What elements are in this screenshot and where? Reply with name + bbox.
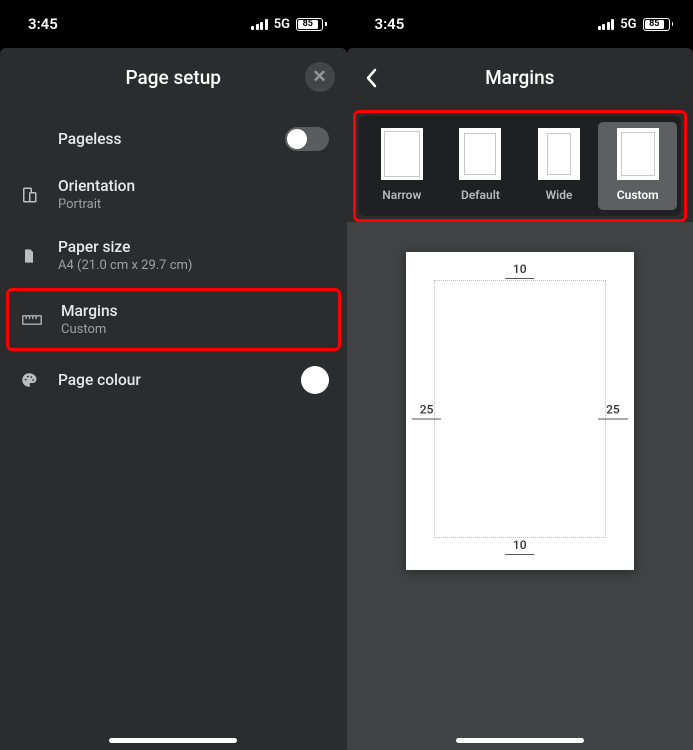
page-setup-panel: Page setup ✕ Pageless Orientat: [0, 48, 347, 750]
pageless-toggle[interactable]: [285, 127, 329, 151]
status-time: 3:45: [28, 15, 58, 33]
network-label: 5G: [274, 17, 290, 32]
settings-list: Pageless Orientation Portrait: [0, 106, 347, 415]
margin-option-narrow[interactable]: Narrow: [363, 122, 442, 210]
status-right: 5G 85: [251, 17, 326, 32]
page-title: Margins: [485, 66, 554, 89]
panel-header: Page setup ✕: [0, 48, 347, 106]
paper-value: A4 (21.0 cm x 29.7 cm): [58, 258, 329, 273]
page-colour-swatch[interactable]: [301, 366, 329, 394]
orientation-value: Portrait: [58, 197, 329, 212]
status-bar: 3:45 5G 85: [0, 0, 347, 48]
paper-label: Paper size: [58, 238, 329, 256]
margin-left-input[interactable]: 25: [412, 403, 442, 420]
margin-thumb-custom: [617, 128, 659, 180]
panel-header: Margins: [347, 48, 693, 106]
page-preview: 10 10 25 25: [406, 252, 634, 570]
margin-thumb-default: [459, 128, 501, 180]
page-colour-label: Page colour: [58, 371, 283, 389]
home-indicator[interactable]: [456, 738, 584, 743]
network-label: 5G: [620, 17, 636, 32]
margin-bottom-input[interactable]: 10: [505, 538, 535, 555]
margins-value: Custom: [61, 322, 326, 337]
signal-icon: [251, 19, 268, 30]
margin-label-narrow: Narrow: [382, 188, 421, 202]
pageless-row[interactable]: Pageless: [0, 114, 347, 164]
margins-panel: Margins Narrow Default: [347, 48, 693, 750]
back-button[interactable]: [357, 64, 385, 92]
margin-label-default: Default: [461, 188, 500, 202]
battery-icon: 85: [643, 18, 674, 31]
screen-margins: 3:45 5G 85 Margins Narrow: [347, 0, 693, 750]
margins-row[interactable]: Margins Custom: [6, 288, 341, 351]
chevron-left-icon: [364, 68, 378, 88]
margin-label-wide: Wide: [546, 188, 573, 202]
close-icon: ✕: [312, 69, 326, 86]
signal-icon: [598, 19, 615, 30]
margin-options-highlight: Narrow Default Wide: [353, 110, 688, 222]
palette-icon: [18, 371, 40, 389]
toggle-knob: [287, 129, 307, 149]
paper-icon: [18, 247, 40, 265]
page-title: Page setup: [126, 66, 221, 89]
orientation-icon: [18, 186, 40, 204]
margin-label-custom: Custom: [617, 188, 659, 202]
margin-guide: [434, 280, 606, 538]
status-bar: 3:45 5G 85: [347, 0, 693, 48]
margins-label: Margins: [61, 302, 326, 320]
margin-option-wide[interactable]: Wide: [520, 122, 599, 210]
ruler-icon: [21, 313, 43, 327]
page-colour-row[interactable]: Page colour: [0, 353, 347, 407]
margin-top-input[interactable]: 10: [505, 262, 535, 279]
orientation-label: Orientation: [58, 177, 329, 195]
margin-option-custom[interactable]: Custom: [598, 122, 677, 210]
status-right: 5G 85: [598, 17, 673, 32]
battery-icon: 85: [296, 18, 327, 31]
margin-option-default[interactable]: Default: [441, 122, 520, 210]
margin-thumb-wide: [538, 128, 580, 180]
margin-right-input[interactable]: 25: [598, 403, 628, 420]
home-indicator[interactable]: [109, 738, 237, 743]
orientation-row[interactable]: Orientation Portrait: [0, 164, 347, 225]
margin-thumb-narrow: [381, 128, 423, 180]
close-button[interactable]: ✕: [305, 62, 335, 92]
paper-size-row[interactable]: Paper size A4 (21.0 cm x 29.7 cm): [0, 225, 347, 286]
pageless-label: Pageless: [58, 130, 267, 148]
screen-page-setup: 3:45 5G 85 Page setup ✕ Pageless: [0, 0, 347, 750]
status-time: 3:45: [375, 15, 405, 33]
page-preview-wrap: 10 10 25 25: [347, 222, 693, 750]
margin-options-strip: Narrow Default Wide: [359, 116, 682, 216]
